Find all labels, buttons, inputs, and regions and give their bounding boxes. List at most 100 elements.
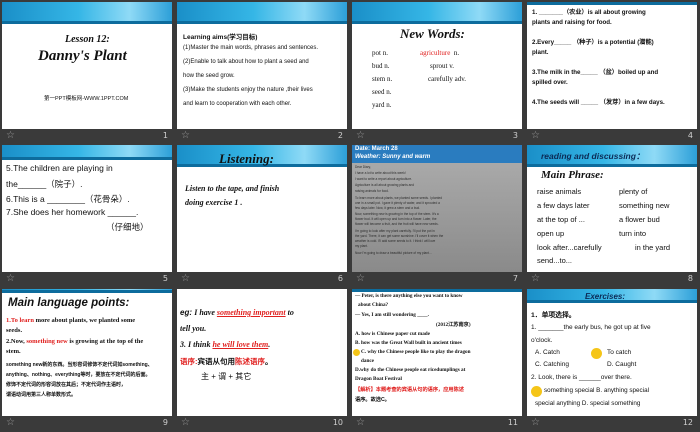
slide-canvas: New Words: pot n. bud n. stem n. seed n.… bbox=[352, 2, 522, 129]
word-order-label: 语序: bbox=[180, 357, 198, 366]
slide-thumbnail-7[interactable]: Date: March 28 Weather: Sunny and warm D… bbox=[352, 145, 522, 286]
word-order-text: 宾语从句用 bbox=[197, 357, 236, 366]
phrase-8: something new bbox=[619, 201, 670, 210]
slide-thumbnail-2[interactable]: Learning aims(学习目标) (1)Master the main w… bbox=[177, 2, 347, 143]
phrase-5: look after...carefully bbox=[537, 243, 602, 252]
site-label: 第一PPT模板网-WWW.1PPT.COM bbox=[44, 96, 129, 102]
animation-star-icon: ☆ bbox=[356, 273, 365, 284]
word-agriculture-text: agriculture bbox=[420, 49, 451, 57]
slide-thumbnail-12[interactable]: Exercises: 1．单项选择。 1. _______the early b… bbox=[527, 289, 697, 430]
slide-footer: ☆ 9 bbox=[2, 416, 172, 430]
point-1-cont: seeds. bbox=[6, 327, 23, 334]
exercise-line-3: 2. Look, there is ______over there. bbox=[531, 374, 632, 381]
diary-line-4: Agriculture is all about growing plants … bbox=[355, 183, 415, 187]
example-text-end: to bbox=[285, 308, 294, 317]
aim-line-2: (2)Enable to talk about how to plant a s… bbox=[183, 59, 309, 65]
section-label: 1．单项选择。 bbox=[531, 312, 576, 319]
point-2-start: 2.Now, bbox=[6, 338, 27, 345]
phrase-7: plenty of bbox=[619, 187, 648, 196]
slide-title: New Words: bbox=[400, 26, 465, 41]
slide-thumbnail-3[interactable]: New Words: pot n. bud n. stem n. seed n.… bbox=[352, 2, 522, 143]
slide-number: 12 bbox=[682, 418, 693, 427]
option-a: A. Catch bbox=[535, 349, 560, 356]
lesson-label: Lesson 12: bbox=[65, 34, 110, 45]
slide-thumbnail-4[interactable]: 1. _______（农业）is all about growing plant… bbox=[527, 2, 697, 143]
slide-thumbnail-8[interactable]: reading and discussing： Main Phrase: rai… bbox=[527, 145, 697, 286]
animation-star-icon: ☆ bbox=[6, 130, 15, 141]
diary-line-6: To learn more about plants, we planted s… bbox=[355, 196, 442, 200]
aim-line-4: (3)Make the students enjoy the nature ,t… bbox=[183, 87, 313, 93]
slide-footer: ☆ 4 bbox=[527, 129, 697, 143]
slide-footer: ☆ 10 bbox=[177, 416, 347, 430]
option-d-cont: Dragon Boat Festival bbox=[355, 376, 402, 382]
slide-canvas: — Peter, is there anything else you want… bbox=[352, 289, 522, 416]
question-source: (2012江苏南京) bbox=[436, 322, 471, 328]
phrase-10: turn into bbox=[619, 229, 647, 238]
exercise-line-1: 1. _______the early bus, he got up at fi… bbox=[531, 324, 651, 331]
sentence-3-end: . bbox=[268, 340, 271, 349]
slide-thumbnail-1[interactable]: Lesson 12: Danny's Plant 第一PPT模板网-WWW.1P… bbox=[2, 2, 172, 143]
animation-star-icon: ☆ bbox=[531, 130, 540, 141]
exercise-line-4: something special B. anything special bbox=[544, 387, 650, 394]
phrase-6: send...to... bbox=[537, 256, 573, 265]
exercise-line-7b: （仔细地） bbox=[106, 222, 149, 232]
option-d: D.why do the Chinese people eat ricedump… bbox=[355, 367, 466, 373]
slide-footer: ☆ 5 bbox=[2, 272, 172, 286]
sentence-3-highlight: he will love them bbox=[212, 340, 269, 349]
option-c-cont: dance bbox=[361, 358, 374, 364]
exercise-line-4: plant. bbox=[532, 49, 549, 56]
animation-star-icon: ☆ bbox=[356, 417, 365, 428]
slide-thumbnail-9[interactable]: Main language points: 1.To learn more ab… bbox=[2, 289, 172, 430]
word-order-key: 陈述语序 bbox=[235, 357, 265, 366]
note-line-3: 修饰不定代词的形容词放在其后；不定代词作主语时， bbox=[6, 382, 127, 388]
smiley-icon bbox=[353, 349, 360, 356]
slide-header-band bbox=[2, 145, 172, 160]
option-b: B. how was the Great Wall built in ancie… bbox=[355, 340, 462, 346]
question-line-3: — Yes, I am still wondering ____. bbox=[355, 312, 429, 318]
aim-line-1: (1)Master the main words, phrases and se… bbox=[183, 45, 319, 51]
slide-footer: ☆ 2 bbox=[177, 129, 347, 143]
word-pot: pot n. bbox=[372, 49, 388, 57]
diary-line-16: Now I'm going to draw a beautiful pictur… bbox=[355, 251, 432, 255]
slide-header-band bbox=[527, 2, 697, 5]
slide-thumbnail-6[interactable]: Listening: Listen to the tape, and finis… bbox=[177, 145, 347, 286]
slide-number: 10 bbox=[332, 418, 343, 427]
slide-footer: ☆ 3 bbox=[352, 129, 522, 143]
diary-line-13: the yard. There, it can get some sunshin… bbox=[355, 234, 444, 238]
slide-header-band bbox=[352, 289, 522, 292]
slide-heading: reading and discussing： bbox=[541, 151, 645, 161]
diary-line-14: weather is cold. I'll add some seeds to … bbox=[355, 239, 436, 243]
body-line-1: Listen to the tape, and finish bbox=[185, 184, 280, 193]
note-line-4: 谓语动词用第三人称单数形式。 bbox=[6, 392, 77, 398]
question-line-1: — Peter, is there anything else you want… bbox=[355, 293, 463, 299]
slide-title: Danny's Plant bbox=[38, 48, 127, 64]
diary-line-1: Dear Diary, bbox=[355, 165, 371, 169]
slide-number: 11 bbox=[507, 418, 518, 427]
exercise-line-6: spilled over. bbox=[532, 79, 568, 86]
slide-thumbnail-5[interactable]: 5.The children are playing in the______（… bbox=[2, 145, 172, 286]
word-seed: seed n. bbox=[372, 88, 392, 96]
exercise-line-5: 5.The children are playing in bbox=[6, 163, 113, 173]
example-label: eg: bbox=[180, 308, 195, 317]
option-c: C. Catching bbox=[535, 361, 569, 368]
aim-line-3: how the seed grow. bbox=[183, 73, 235, 79]
exercise-line-7: 4.The seeds will _____ （发芽）in a few days… bbox=[532, 99, 665, 106]
diary-line-3: I want to write a report about agricultu… bbox=[355, 177, 413, 181]
exercise-line-5b: the______（院子）. bbox=[6, 179, 83, 189]
slide-thumbnail-11[interactable]: — Peter, is there anything else you want… bbox=[352, 289, 522, 430]
slide-number: 1 bbox=[162, 131, 168, 140]
slide-canvas: Main language points: 1.To learn more ab… bbox=[2, 289, 172, 416]
phrase-9: a flower bud bbox=[619, 215, 660, 224]
question-line-2: about China? bbox=[358, 302, 389, 308]
word-yard: yard n. bbox=[372, 101, 392, 109]
slide-title: Exercises: bbox=[585, 292, 626, 301]
word-order-end: 。 bbox=[265, 357, 273, 366]
word-agriculture: agriculture n. bbox=[420, 49, 459, 57]
point-2-text: is growing at the top of the bbox=[67, 338, 144, 345]
diary-line-9: Now, something new is growing in the top… bbox=[355, 212, 439, 216]
slide-thumbnail-10[interactable]: eg: I have something important to tell y… bbox=[177, 289, 347, 430]
exercise-line-6: 6.This is a ________（花骨朵）. bbox=[6, 194, 130, 204]
diary-line-8: few days later. Now, it grew a stem and … bbox=[355, 206, 421, 210]
slide-header-band bbox=[177, 2, 347, 24]
phrase-4: open up bbox=[537, 229, 565, 238]
